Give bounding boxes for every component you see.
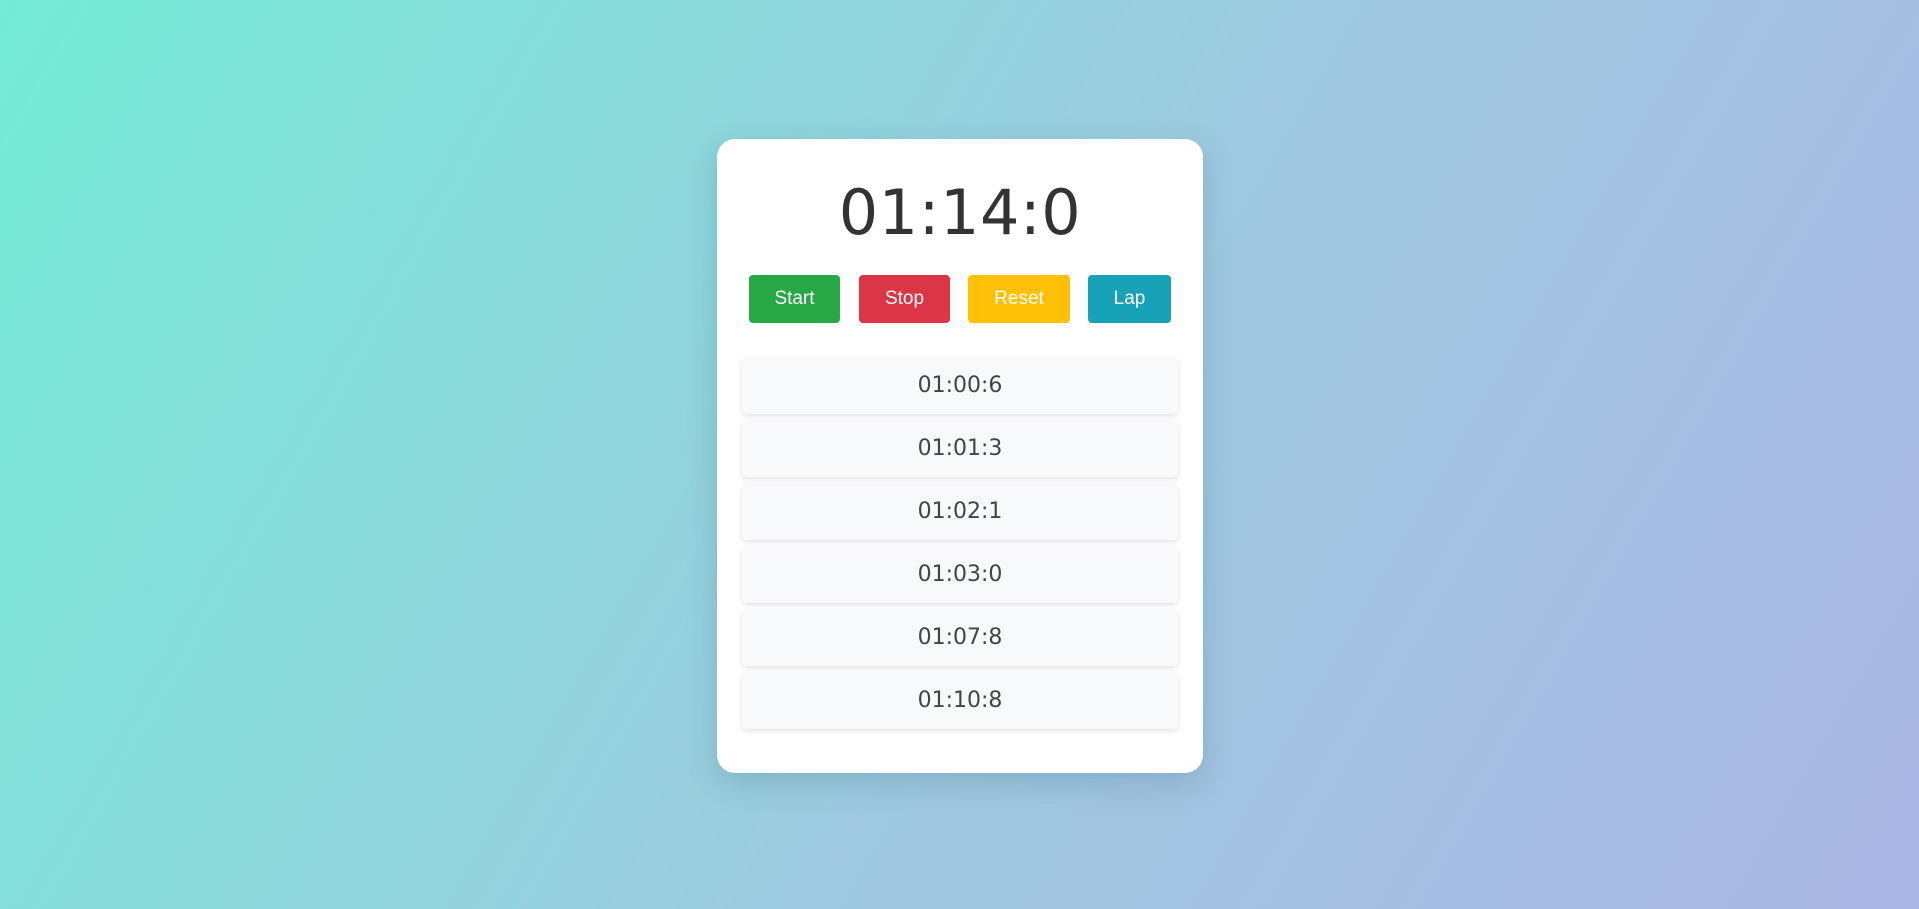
lap-item: 01:03:0 [742,547,1178,603]
lap-item: 01:10:8 [742,673,1178,729]
controls-bar: Start Stop Reset Lap [717,275,1203,323]
lap-item: 01:02:1 [742,484,1178,540]
stopwatch-card: 01:14:0 Start Stop Reset Lap 01:00:6 01:… [717,139,1203,773]
time-display: 01:14:0 [838,176,1082,249]
stop-button[interactable]: Stop [859,275,950,323]
lap-button[interactable]: Lap [1088,275,1171,323]
reset-button[interactable]: Reset [968,275,1070,323]
lap-list: 01:00:6 01:01:3 01:02:1 01:03:0 01:07:8 … [742,358,1178,736]
lap-item: 01:00:6 [742,358,1178,414]
start-button[interactable]: Start [749,275,840,323]
lap-item: 01:01:3 [742,421,1178,477]
lap-item: 01:07:8 [742,610,1178,666]
